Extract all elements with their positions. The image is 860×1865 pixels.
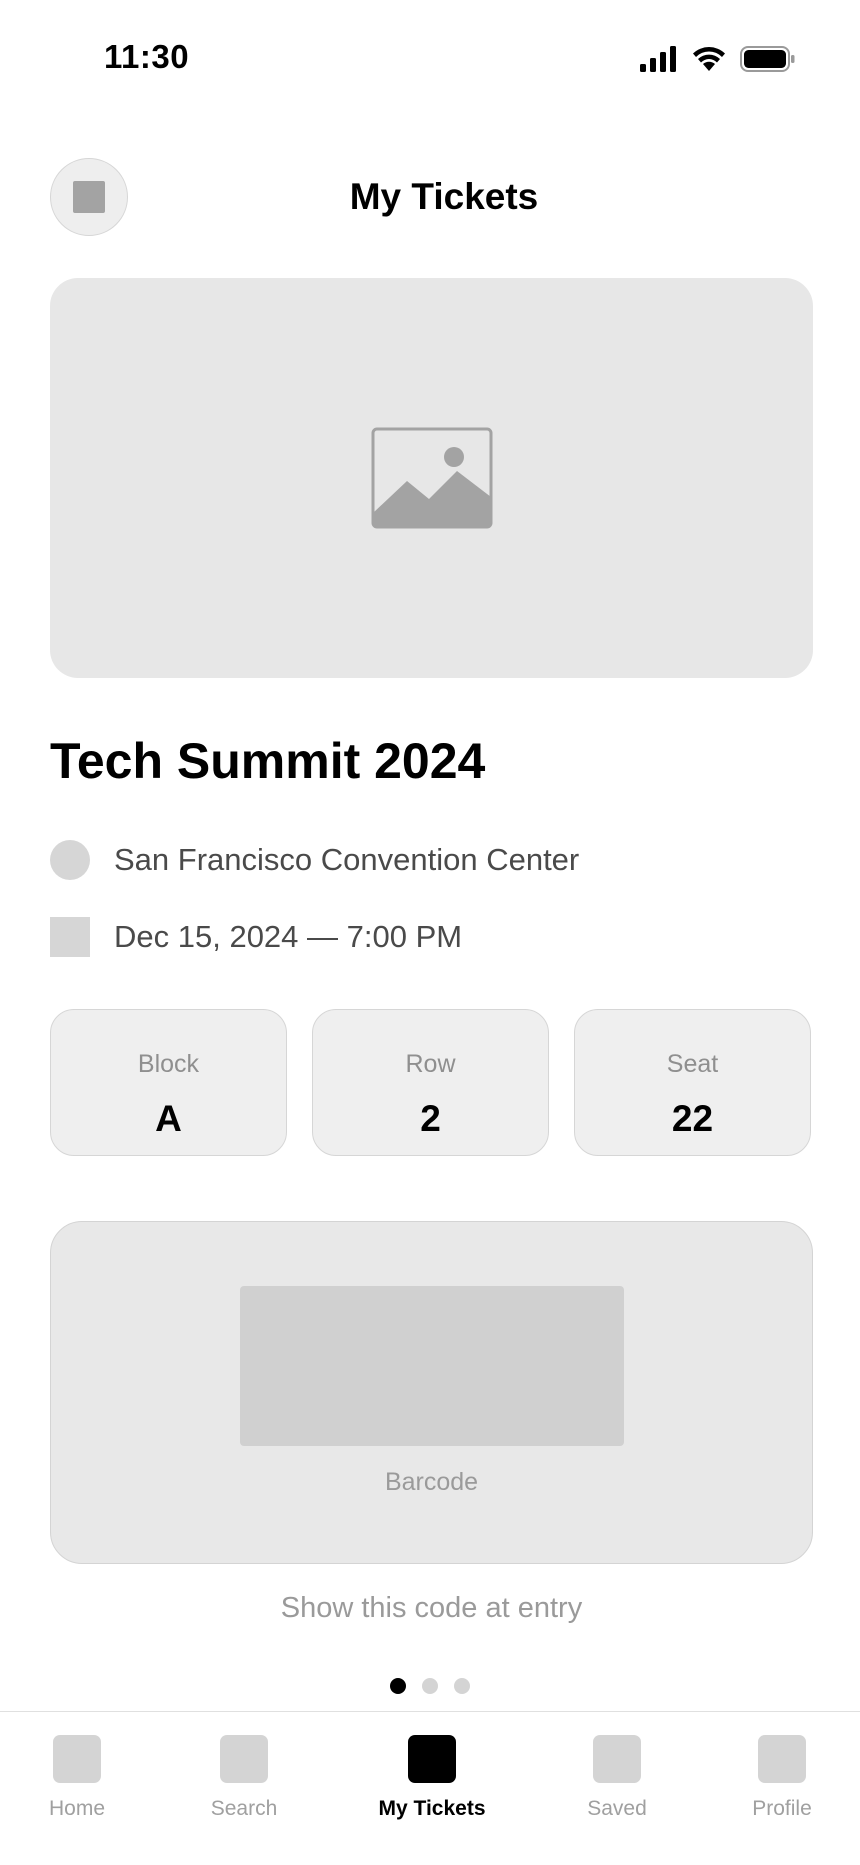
page-dot[interactable] (422, 1678, 438, 1694)
page-dot[interactable] (454, 1678, 470, 1694)
seat-label: Block (137, 1050, 200, 1078)
ticket-icon (408, 1735, 456, 1783)
battery-icon (740, 46, 795, 72)
bookmark-icon (593, 1735, 641, 1783)
tab-profile[interactable]: Profile (712, 1735, 852, 1821)
seat-value: A (155, 1098, 182, 1139)
location-icon (50, 840, 90, 880)
tab-bar: Home Search My Tickets Saved Profile (0, 1711, 860, 1865)
tab-search[interactable]: Search (174, 1735, 314, 1821)
tab-label: Home (48, 1797, 106, 1820)
seat-card-seat: Seat 22 (574, 1009, 811, 1156)
seat-card-block: Block A (50, 1009, 287, 1156)
event-datetime-text: Dec 15, 2024 — 7:00 PM (114, 919, 463, 954)
event-title: Tech Summit 2024 (50, 733, 486, 789)
tab-home[interactable]: Home (7, 1735, 147, 1821)
page-dot-active[interactable] (390, 1678, 406, 1694)
tab-label: Profile (752, 1797, 812, 1820)
event-location: San Francisco Convention Center (50, 840, 579, 880)
tab-saved[interactable]: Saved (547, 1735, 687, 1821)
status-icons (640, 44, 796, 74)
seat-value: 2 (420, 1098, 441, 1139)
tab-label: Saved (587, 1797, 647, 1820)
calendar-icon (50, 917, 90, 957)
entry-hint: Show this code at entry (280, 1592, 583, 1624)
status-bar: 11:30 (0, 0, 860, 110)
seat-card-row: Row 2 (312, 1009, 549, 1156)
home-icon (53, 1735, 101, 1783)
seat-label: Row (405, 1050, 456, 1078)
event-image (50, 278, 813, 678)
event-location-text: San Francisco Convention Center (114, 842, 580, 877)
barcode-card[interactable]: Barcode (50, 1221, 813, 1564)
signal-icon (640, 46, 676, 72)
event-datetime: Dec 15, 2024 — 7:00 PM (50, 917, 462, 957)
profile-icon (758, 1735, 806, 1783)
seat-value: 22 (671, 1098, 714, 1139)
image-placeholder-icon (371, 427, 492, 529)
search-icon (220, 1735, 268, 1783)
page-title: My Tickets (349, 176, 539, 217)
barcode-label: Barcode (384, 1468, 479, 1496)
status-time: 11:30 (104, 38, 190, 75)
seat-label: Seat (666, 1050, 719, 1078)
barcode-image (240, 1286, 624, 1446)
tab-label: Search (210, 1797, 278, 1820)
page-indicator[interactable] (390, 1678, 470, 1694)
tab-label: My Tickets (378, 1797, 486, 1820)
wifi-icon (693, 47, 725, 71)
tab-my-tickets[interactable]: My Tickets (362, 1735, 502, 1821)
